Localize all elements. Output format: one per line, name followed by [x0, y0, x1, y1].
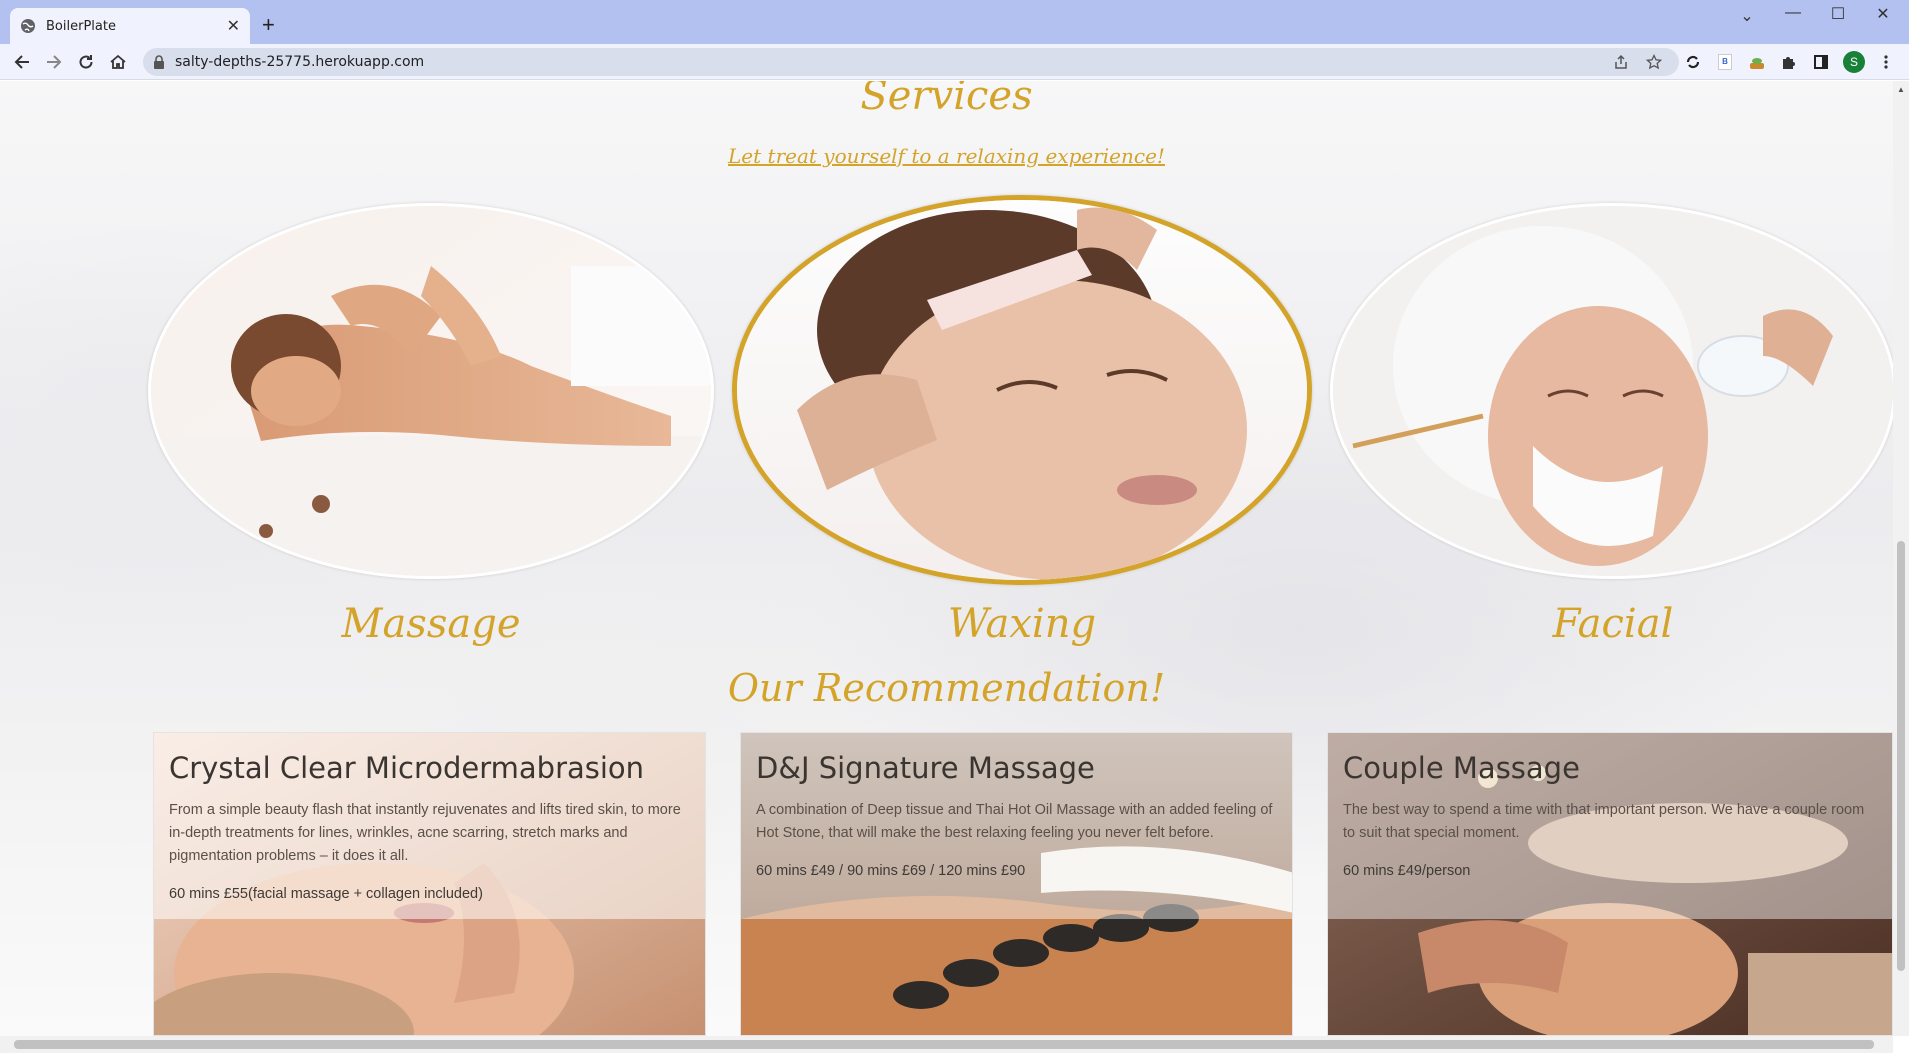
lock-icon [154, 55, 164, 69]
card-description: The best way to spend a time with that i… [1343, 802, 1865, 841]
bookmark-star-icon[interactable] [1645, 53, 1663, 71]
extension-b-icon[interactable]: B [1714, 51, 1736, 73]
plant-extension-icon[interactable] [1746, 51, 1768, 73]
home-icon [110, 54, 126, 69]
address-bar[interactable]: salty-depths-25775.herokuapp.com [143, 48, 1679, 76]
card-description: A combination of Deep tissue and Thai Ho… [756, 802, 1273, 841]
services-subtitle-link[interactable]: Let treat yourself to a relaxing experie… [0, 144, 1893, 168]
card-price: 60 mins £49/person [1343, 863, 1471, 879]
share-icon[interactable] [1612, 53, 1630, 71]
card-description: From a simple beauty flash that instantl… [169, 802, 681, 864]
service-label-massage[interactable]: Massage [148, 601, 714, 647]
close-tab-icon[interactable]: ✕ [227, 16, 240, 36]
card-title: Couple Massage [1343, 751, 1580, 785]
page-viewport: Services Let treat yourself to a relaxin… [0, 81, 1893, 1036]
service-label-waxing[interactable]: Waxing [732, 601, 1312, 647]
service-label-facial[interactable]: Facial [1330, 601, 1893, 647]
back-arrow-icon [14, 55, 29, 69]
card-title: Crystal Clear Microdermabrasion [169, 751, 645, 785]
reload-button[interactable] [74, 50, 98, 74]
profile-initial: S [1843, 51, 1865, 73]
recommendation-card[interactable]: Couple Massage The best way to spend a t… [1327, 732, 1893, 1036]
recommendation-card[interactable]: D&J Signature Massage A combination of D… [740, 732, 1293, 1036]
sync-extension-icon[interactable] [1682, 51, 1704, 73]
tab-search-icon[interactable]: ⌄ [1727, 6, 1767, 26]
facial-image[interactable] [1330, 203, 1893, 579]
card-title: D&J Signature Massage [756, 751, 1095, 785]
extensions-puzzle-icon[interactable] [1778, 51, 1800, 73]
side-panel-icon[interactable] [1810, 51, 1832, 73]
forward-button[interactable] [42, 50, 66, 74]
tab-title: BoilerPlate [46, 18, 116, 34]
vertical-scroll-thumb[interactable] [1897, 541, 1905, 971]
horizontal-scroll-thumb[interactable] [14, 1040, 1874, 1049]
close-window-button[interactable]: ✕ [1863, 4, 1903, 24]
home-button[interactable] [106, 50, 130, 74]
massage-image[interactable] [148, 203, 714, 579]
card-price: 60 mins £55(facial massage + collagen in… [169, 886, 483, 902]
recommendation-card[interactable]: Crystal Clear Microdermabrasion From a s… [153, 732, 706, 1036]
back-button[interactable] [10, 50, 34, 74]
recommendation-title: Our Recommendation! [727, 666, 1166, 710]
extension-b-label: B [1718, 54, 1732, 70]
new-tab-button[interactable]: + [262, 13, 275, 37]
browser-toolbar: salty-depths-25775.herokuapp.com B S [0, 44, 1909, 80]
menu-kebab-icon[interactable] [1875, 51, 1897, 73]
globe-icon [20, 18, 36, 34]
maximize-button[interactable]: ☐ [1818, 4, 1858, 24]
waxing-image[interactable] [732, 195, 1312, 585]
horizontal-scrollbar[interactable] [0, 1036, 1893, 1053]
forward-arrow-icon [47, 55, 62, 69]
services-title: Services [860, 81, 1033, 119]
url-text: salty-depths-25775.herokuapp.com [175, 54, 425, 70]
profile-avatar[interactable]: S [1843, 51, 1865, 73]
card-price: 60 mins £49 / 90 mins £69 / 120 mins £90 [756, 863, 1026, 879]
browser-tab[interactable]: BoilerPlate ✕ [10, 8, 250, 44]
minimize-button[interactable]: — [1773, 4, 1813, 22]
reload-icon [79, 55, 93, 69]
browser-titlebar: BoilerPlate ✕ + ⌄ — ☐ ✕ [0, 0, 1909, 44]
scroll-up-arrow-icon[interactable]: ▲ [1897, 85, 1905, 94]
vertical-scrollbar[interactable]: ▲ [1893, 81, 1909, 1036]
